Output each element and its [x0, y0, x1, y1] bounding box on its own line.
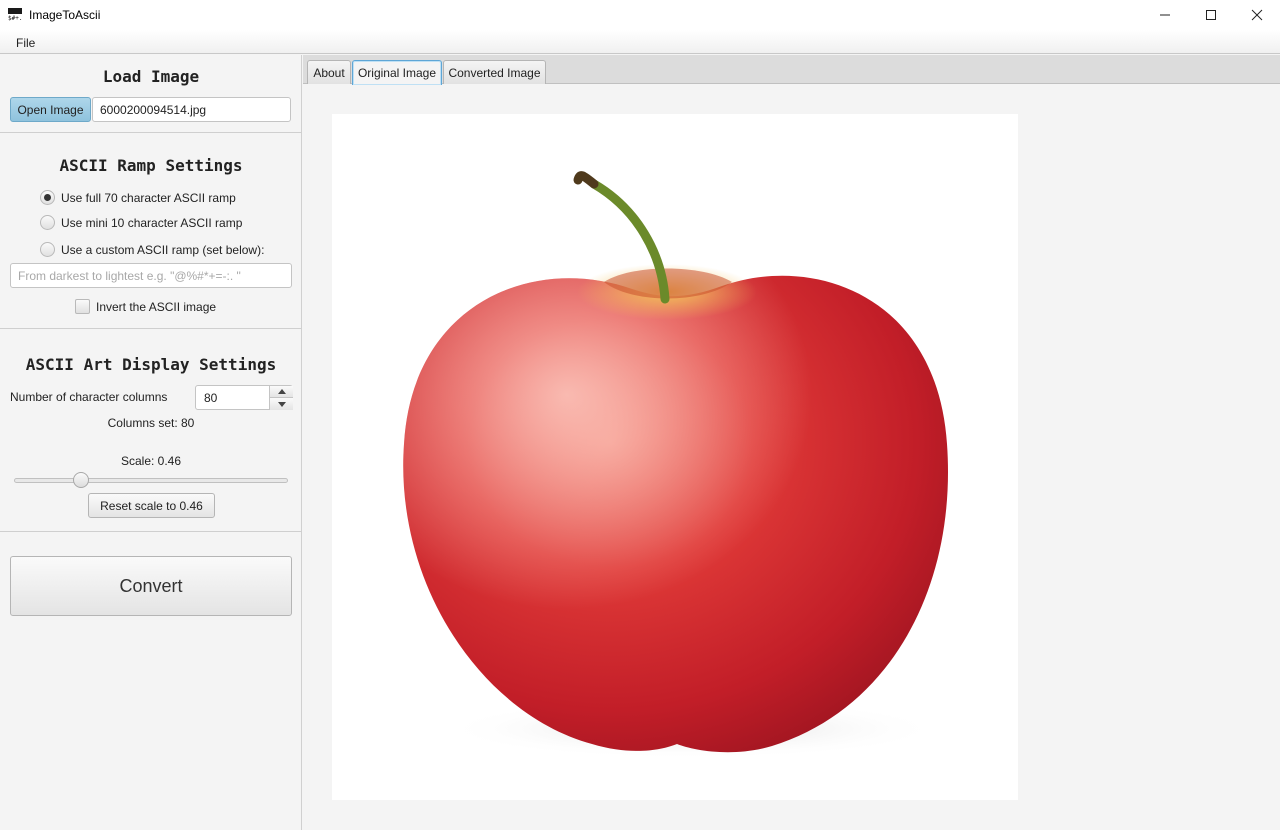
invert-label: Invert the ASCII image: [96, 299, 217, 314]
settings-panel: Load Image Open Image 6000200094514.jpg …: [0, 55, 302, 830]
tab-converted-image[interactable]: Converted Image: [443, 60, 546, 84]
ramp-settings-title: ASCII Ramp Settings: [59, 156, 243, 175]
radio-label: Use a custom ASCII ramp (set below):: [61, 242, 265, 257]
columns-spinner[interactable]: 80: [195, 385, 293, 410]
spinner-decrement-button[interactable]: [269, 398, 293, 410]
title-bar: $#+. ImageToAscii: [0, 0, 1280, 30]
load-image-title: Load Image: [102, 67, 200, 86]
svg-text:$#+.: $#+.: [8, 15, 22, 21]
columns-value[interactable]: 80: [204, 391, 217, 405]
chevron-down-icon: [277, 401, 286, 407]
scale-slider[interactable]: [14, 478, 288, 483]
radio-mini-ramp[interactable]: Use mini 10 character ASCII ramp: [40, 215, 242, 230]
tab-original-image[interactable]: Original Image: [352, 60, 442, 85]
close-button[interactable]: [1234, 0, 1280, 30]
radio-full-ramp[interactable]: Use full 70 character ASCII ramp: [40, 190, 236, 205]
radio-button[interactable]: [40, 190, 55, 205]
minimize-icon: [1160, 14, 1170, 16]
original-image-view: [332, 114, 1018, 800]
invert-checkbox-row[interactable]: Invert the ASCII image: [75, 299, 216, 314]
radio-label: Use mini 10 character ASCII ramp: [61, 215, 243, 230]
radio-custom-ramp[interactable]: Use a custom ASCII ramp (set below):: [40, 242, 264, 257]
radio-button[interactable]: [40, 242, 55, 257]
invert-checkbox[interactable]: [75, 299, 90, 314]
spinner-increment-button[interactable]: [269, 386, 293, 398]
tab-about[interactable]: About: [307, 60, 351, 84]
display-settings-title: ASCII Art Display Settings: [25, 355, 277, 374]
tab-content: [303, 85, 1280, 830]
tab-bar: About Original Image Converted Image: [303, 55, 1280, 85]
radio-button[interactable]: [40, 215, 55, 230]
columns-label: Number of character columns: [10, 390, 168, 404]
red-apple-photo: [332, 114, 1018, 800]
custom-ramp-input[interactable]: From darkest to lightest e.g. "@%#*+=-:.…: [10, 263, 292, 288]
chevron-up-icon: [277, 389, 286, 394]
ascii-app-icon: $#+.: [7, 7, 23, 21]
columns-set-text: Columns set: 80: [107, 416, 195, 430]
radio-label: Use full 70 character ASCII ramp: [61, 190, 236, 205]
file-name-field[interactable]: 6000200094514.jpg: [92, 97, 291, 122]
menu-bar: File: [0, 30, 1280, 54]
scale-text: Scale: 0.46: [120, 454, 182, 468]
separator: [0, 132, 302, 133]
scale-slider-thumb[interactable]: [73, 472, 90, 488]
maximize-icon: [1206, 10, 1216, 20]
maximize-button[interactable]: [1188, 0, 1234, 30]
convert-button[interactable]: Convert: [10, 556, 292, 616]
reset-scale-button[interactable]: Reset scale to 0.46: [88, 493, 215, 518]
separator: [0, 531, 302, 532]
window-title: ImageToAscii: [29, 8, 101, 22]
open-image-button[interactable]: Open Image: [10, 97, 91, 122]
separator: [0, 328, 302, 329]
menu-file[interactable]: File: [8, 34, 43, 52]
minimize-button[interactable]: [1142, 0, 1188, 30]
close-icon: [1251, 9, 1263, 21]
